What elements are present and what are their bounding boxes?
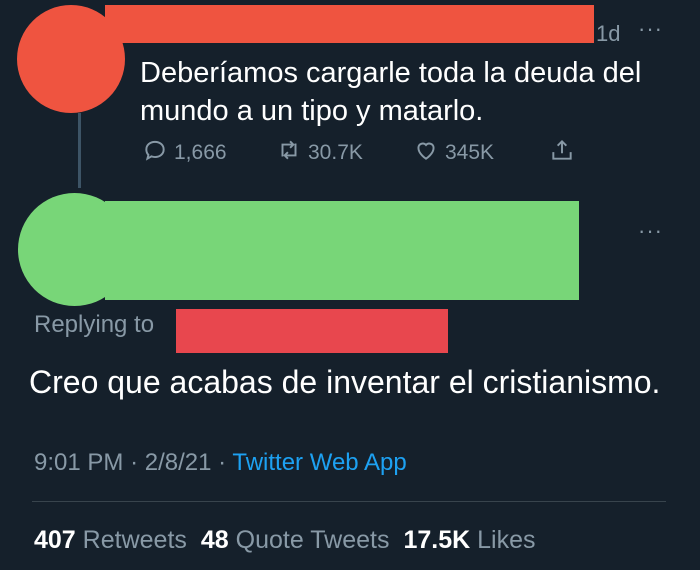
like-icon	[413, 137, 439, 169]
retweet-count: 30.7K	[308, 141, 363, 164]
like-count: 345K	[445, 141, 495, 164]
tweet-text: Deberíamos cargarle toda la deuda del mu…	[140, 57, 642, 127]
divider	[32, 501, 666, 502]
retweets-count: 407	[34, 526, 76, 554]
meta-separator: ·	[130, 449, 139, 476]
quote-tweets-label: Quote Tweets	[235, 526, 390, 554]
reply-button[interactable]: 1,666	[142, 137, 227, 169]
tweet-stats: 407 Retweets 48 Quote Tweets 17.5K Likes	[34, 526, 536, 555]
share-icon	[549, 137, 575, 169]
quote-tweets-count: 48	[200, 526, 229, 554]
retweet-icon	[276, 137, 302, 169]
like-button[interactable]: 345K	[413, 137, 494, 169]
quote-tweets-stat[interactable]: 48 Quote Tweets	[201, 526, 390, 555]
retweet-button[interactable]: 30.7K	[276, 137, 363, 169]
reply-count: 1,666	[174, 141, 227, 164]
tweet-timestamp[interactable]: 1d	[596, 21, 620, 47]
tweet-source-link[interactable]: Twitter Web App	[232, 449, 406, 476]
replying-to-label: Replying to	[34, 311, 155, 338]
tweet-actions: 1,666 30.7K 345K	[0, 138, 700, 168]
redacted-username[interactable]	[105, 201, 579, 300]
meta-separator: ·	[218, 449, 227, 476]
reply-icon	[142, 137, 168, 169]
retweets-label: Retweets	[82, 526, 187, 554]
more-icon[interactable]: ···	[638, 16, 663, 42]
tweet-date[interactable]: 2/8/21	[145, 449, 212, 476]
tweet-meta: 9:01 PM · 2/8/21 · Twitter Web App	[34, 449, 407, 477]
share-button[interactable]	[549, 137, 575, 169]
redacted-reply-handle[interactable]	[176, 309, 448, 353]
likes-label: Likes	[477, 526, 536, 554]
likes-stat[interactable]: 17.5K Likes	[403, 526, 535, 555]
retweets-stat[interactable]: 407 Retweets	[34, 526, 187, 555]
tweet-text: Creo que acabas de inventar el cristiani…	[29, 364, 661, 400]
more-icon[interactable]: ···	[638, 218, 663, 244]
likes-count: 17.5K	[403, 526, 471, 554]
redacted-username[interactable]	[105, 5, 594, 43]
tweet-time[interactable]: 9:01 PM	[34, 449, 123, 476]
